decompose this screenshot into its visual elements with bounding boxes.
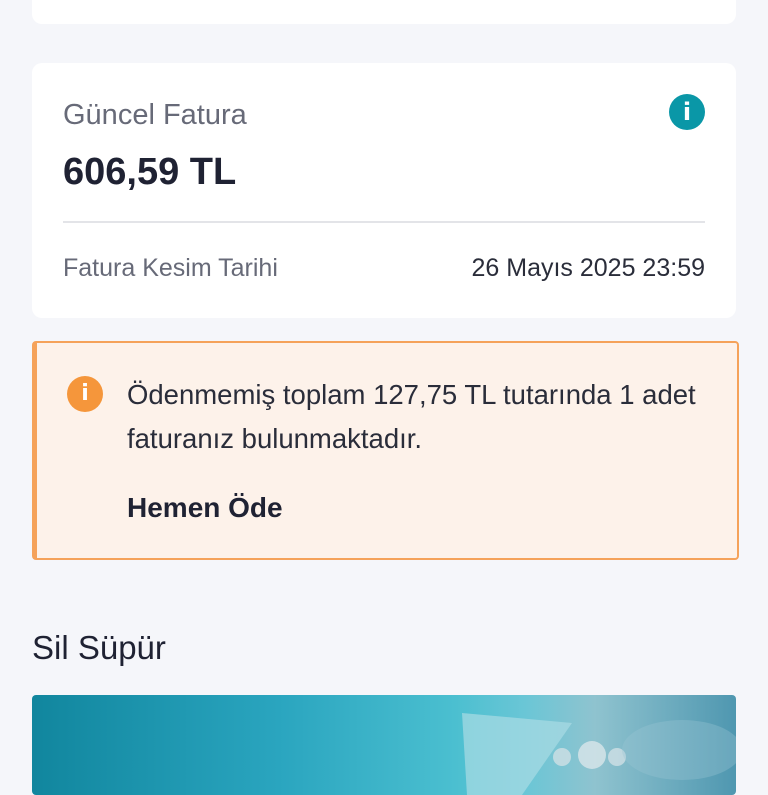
current-invoice-amount: 606,59 TL bbox=[63, 151, 237, 193]
info-icon[interactable]: i bbox=[669, 94, 705, 130]
pay-now-link[interactable]: Hemen Öde bbox=[127, 492, 283, 524]
cutoff-date-label: Fatura Kesim Tarihi bbox=[63, 254, 278, 282]
promo-banner[interactable] bbox=[32, 695, 736, 795]
previous-card bbox=[32, 0, 736, 24]
unpaid-alert-message: Ödenmemiş toplam 127,75 TL tutarında 1 a… bbox=[127, 379, 696, 454]
unpaid-invoice-alert: i Ödenmemiş toplam 127,75 TL tutarında 1… bbox=[32, 341, 739, 560]
banner-artwork bbox=[462, 713, 736, 795]
warning-info-icon: i bbox=[67, 376, 103, 412]
cutoff-date-value: 26 Mayıs 2025 23:59 bbox=[471, 254, 706, 282]
section-title: Sil Süpür bbox=[32, 629, 166, 666]
current-invoice-label: Güncel Fatura bbox=[63, 99, 247, 131]
divider bbox=[63, 221, 705, 223]
current-invoice-card: Güncel Fatura i 606,59 TL Fatura Kesim T… bbox=[32, 63, 736, 318]
